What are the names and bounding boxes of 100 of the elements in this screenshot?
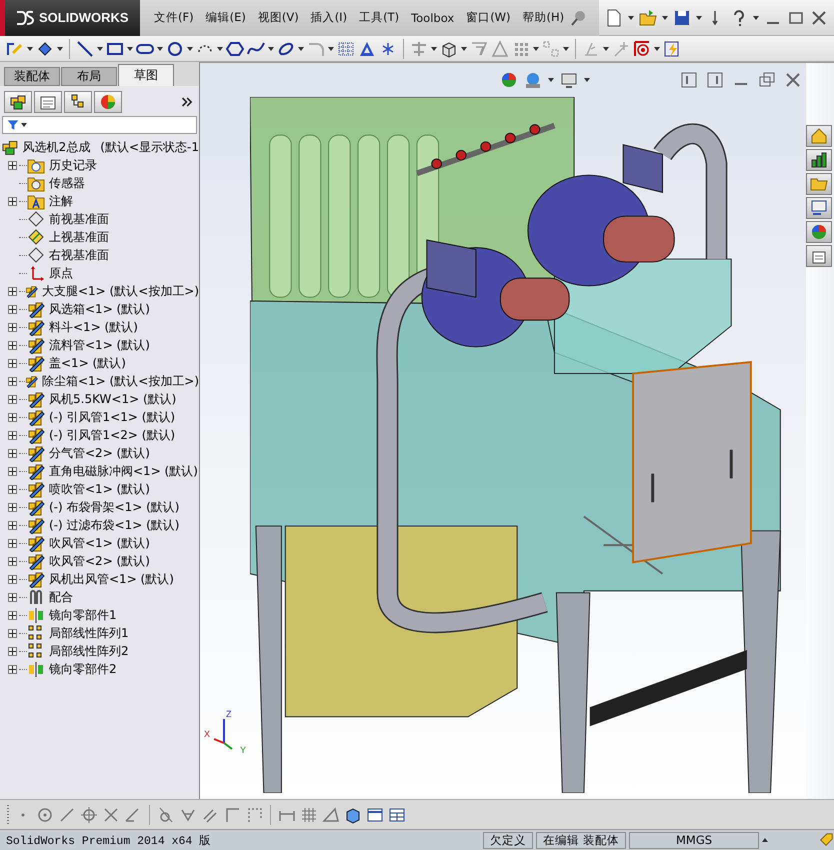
expand-toggle[interactable] — [8, 304, 17, 314]
dropdown-caret-icon[interactable] — [563, 46, 569, 50]
menu-item[interactable]: 文件(F) — [148, 7, 200, 28]
dropdown-caret-icon[interactable] — [298, 46, 304, 50]
configuration-manager-tab[interactable] — [64, 91, 92, 113]
tree-item[interactable]: 盖<1> (默认) — [49, 354, 126, 372]
dropdown-caret-icon[interactable] — [461, 46, 467, 50]
tree-item[interactable]: 风选箱<1> (默认) — [49, 300, 150, 318]
dimension-tag-icon[interactable] — [36, 40, 54, 58]
tree-item[interactable]: 喷吹管<1> (默认) — [49, 480, 150, 498]
menu-item[interactable]: 编辑(E) — [200, 7, 252, 28]
expand-toggle[interactable] — [8, 394, 17, 404]
home-tab[interactable] — [806, 125, 832, 147]
expand-toggle[interactable] — [8, 628, 17, 638]
expand-toggle[interactable] — [8, 340, 17, 350]
target-icon[interactable] — [633, 40, 651, 58]
tree-item[interactable]: 局部线性阵列1 — [49, 624, 129, 642]
expand-toggle[interactable] — [8, 484, 17, 494]
dropdown-caret-icon[interactable] — [268, 46, 274, 50]
expand-toggle[interactable] — [8, 520, 17, 530]
expand-toggle[interactable] — [8, 592, 17, 602]
expand-toggle[interactable] — [8, 412, 17, 422]
tree-item[interactable]: 镜向零部件2 — [49, 660, 117, 678]
menu-item[interactable]: 插入(I) — [304, 7, 354, 28]
expand-toggle[interactable] — [8, 502, 17, 512]
dropdown-caret-icon[interactable] — [662, 16, 668, 20]
tree-item[interactable]: 流料管<1> (默认) — [49, 336, 150, 354]
tree-item[interactable]: (-) 引风管1<2> (默认) — [49, 426, 176, 444]
tree-item[interactable]: 镜向零部件1 — [49, 606, 117, 624]
menu-item[interactable]: 工具(T) — [353, 7, 406, 28]
tree-item[interactable]: 风机5.5KW<1> (默认) — [49, 390, 176, 408]
close-icon[interactable] — [810, 8, 828, 26]
expand-toggle[interactable] — [8, 196, 17, 206]
lightning-doc-icon[interactable] — [663, 40, 681, 58]
tree-item[interactable]: 上视基准面 — [49, 228, 109, 246]
panel-tab[interactable]: 草图 — [118, 64, 174, 86]
tree-item[interactable]: 除尘箱<1> (默认<按加工>) — [42, 372, 199, 390]
open-folder-icon[interactable] — [639, 8, 657, 26]
menu-item[interactable]: 帮助(H) — [516, 7, 570, 28]
dropdown-caret-icon[interactable] — [654, 46, 660, 50]
tree-item[interactable]: 右视基准面 — [49, 246, 109, 264]
expand-toggle[interactable] — [8, 160, 17, 170]
expand-toggle[interactable] — [8, 574, 17, 584]
tree-item[interactable]: 前视基准面 — [49, 210, 109, 228]
dropdown-caret-icon[interactable] — [628, 16, 634, 20]
color-ball-icon[interactable] — [500, 71, 518, 89]
dropdown-caret-icon[interactable] — [328, 46, 334, 50]
tree-item[interactable]: 分气管<2> (默认) — [49, 444, 150, 462]
grid-plane-icon[interactable] — [337, 40, 355, 58]
tree-item[interactable]: 吹风管<2> (默认) — [49, 552, 150, 570]
expand-toggle[interactable] — [8, 664, 17, 674]
window-icon[interactable] — [366, 806, 384, 824]
dropdown-caret-icon[interactable] — [431, 46, 437, 50]
table-icon[interactable] — [388, 806, 406, 824]
expand-toggle[interactable] — [8, 322, 17, 332]
grid-icon[interactable] — [300, 806, 318, 824]
dropdown-caret-icon[interactable] — [27, 46, 33, 50]
dropdown-caret-icon[interactable] — [548, 78, 554, 82]
expand-toggle[interactable] — [8, 448, 17, 458]
dropdown-caret-icon[interactable] — [603, 46, 609, 50]
tree-item[interactable]: (-) 过滤布袋<1> (默认) — [49, 516, 180, 534]
dropdown-caret-icon[interactable] — [533, 46, 539, 50]
appearance-manager-tab[interactable] — [94, 91, 122, 113]
tree-item[interactable]: 直角电磁脉冲阀<1> (默认) — [49, 462, 198, 480]
appearance-tab[interactable] — [806, 221, 832, 243]
tree-item[interactable]: 局部线性阵列2 — [49, 642, 129, 660]
tree-item[interactable]: 注解 — [49, 192, 73, 210]
tree-item[interactable]: 传感器 — [49, 174, 85, 192]
dropdown-caret-icon[interactable] — [21, 123, 27, 127]
tree-item[interactable]: 历史记录 — [49, 156, 97, 174]
tile-right-icon[interactable] — [706, 71, 724, 89]
view-palette-tab[interactable] — [806, 197, 832, 219]
dropdown-caret-icon[interactable] — [57, 46, 63, 50]
folder-tab[interactable] — [806, 173, 832, 195]
cross-icon[interactable] — [102, 806, 120, 824]
text-triangle-icon[interactable] — [358, 40, 376, 58]
line-icon[interactable] — [76, 40, 94, 58]
circle-icon[interactable] — [166, 40, 184, 58]
close-icon[interactable] — [784, 71, 802, 89]
menu-item[interactable]: 窗口(W) — [460, 7, 517, 28]
custom-properties-tab[interactable] — [806, 245, 832, 267]
tile-left-icon[interactable] — [680, 71, 698, 89]
tree-item[interactable]: (-) 布袋骨架<1> (默认) — [49, 498, 180, 516]
dropdown-caret-icon[interactable] — [584, 78, 590, 82]
filter-field[interactable] — [2, 116, 197, 134]
tree-item[interactable]: 大支腿<1> (默认<按加工>) — [42, 282, 199, 300]
dropdown-caret-icon[interactable] — [753, 16, 759, 20]
new-document-icon[interactable] — [605, 8, 623, 26]
dropdown-caret-icon[interactable] — [97, 46, 103, 50]
panel-tab[interactable]: 装配体 — [4, 67, 60, 86]
tree-item[interactable]: 料斗<1> (默认) — [49, 318, 138, 336]
property-manager-tab[interactable] — [34, 91, 62, 113]
polygon-icon[interactable] — [226, 40, 244, 58]
expand-toggle[interactable] — [8, 556, 17, 566]
tree-item[interactable]: 原点 — [49, 264, 73, 282]
shaded-cube-icon[interactable] — [344, 806, 362, 824]
scene-ball-icon[interactable] — [524, 71, 542, 89]
dropdown-caret-icon[interactable] — [127, 46, 133, 50]
menu-item[interactable]: 视图(V) — [252, 7, 305, 28]
expand-toggle[interactable] — [8, 376, 17, 386]
